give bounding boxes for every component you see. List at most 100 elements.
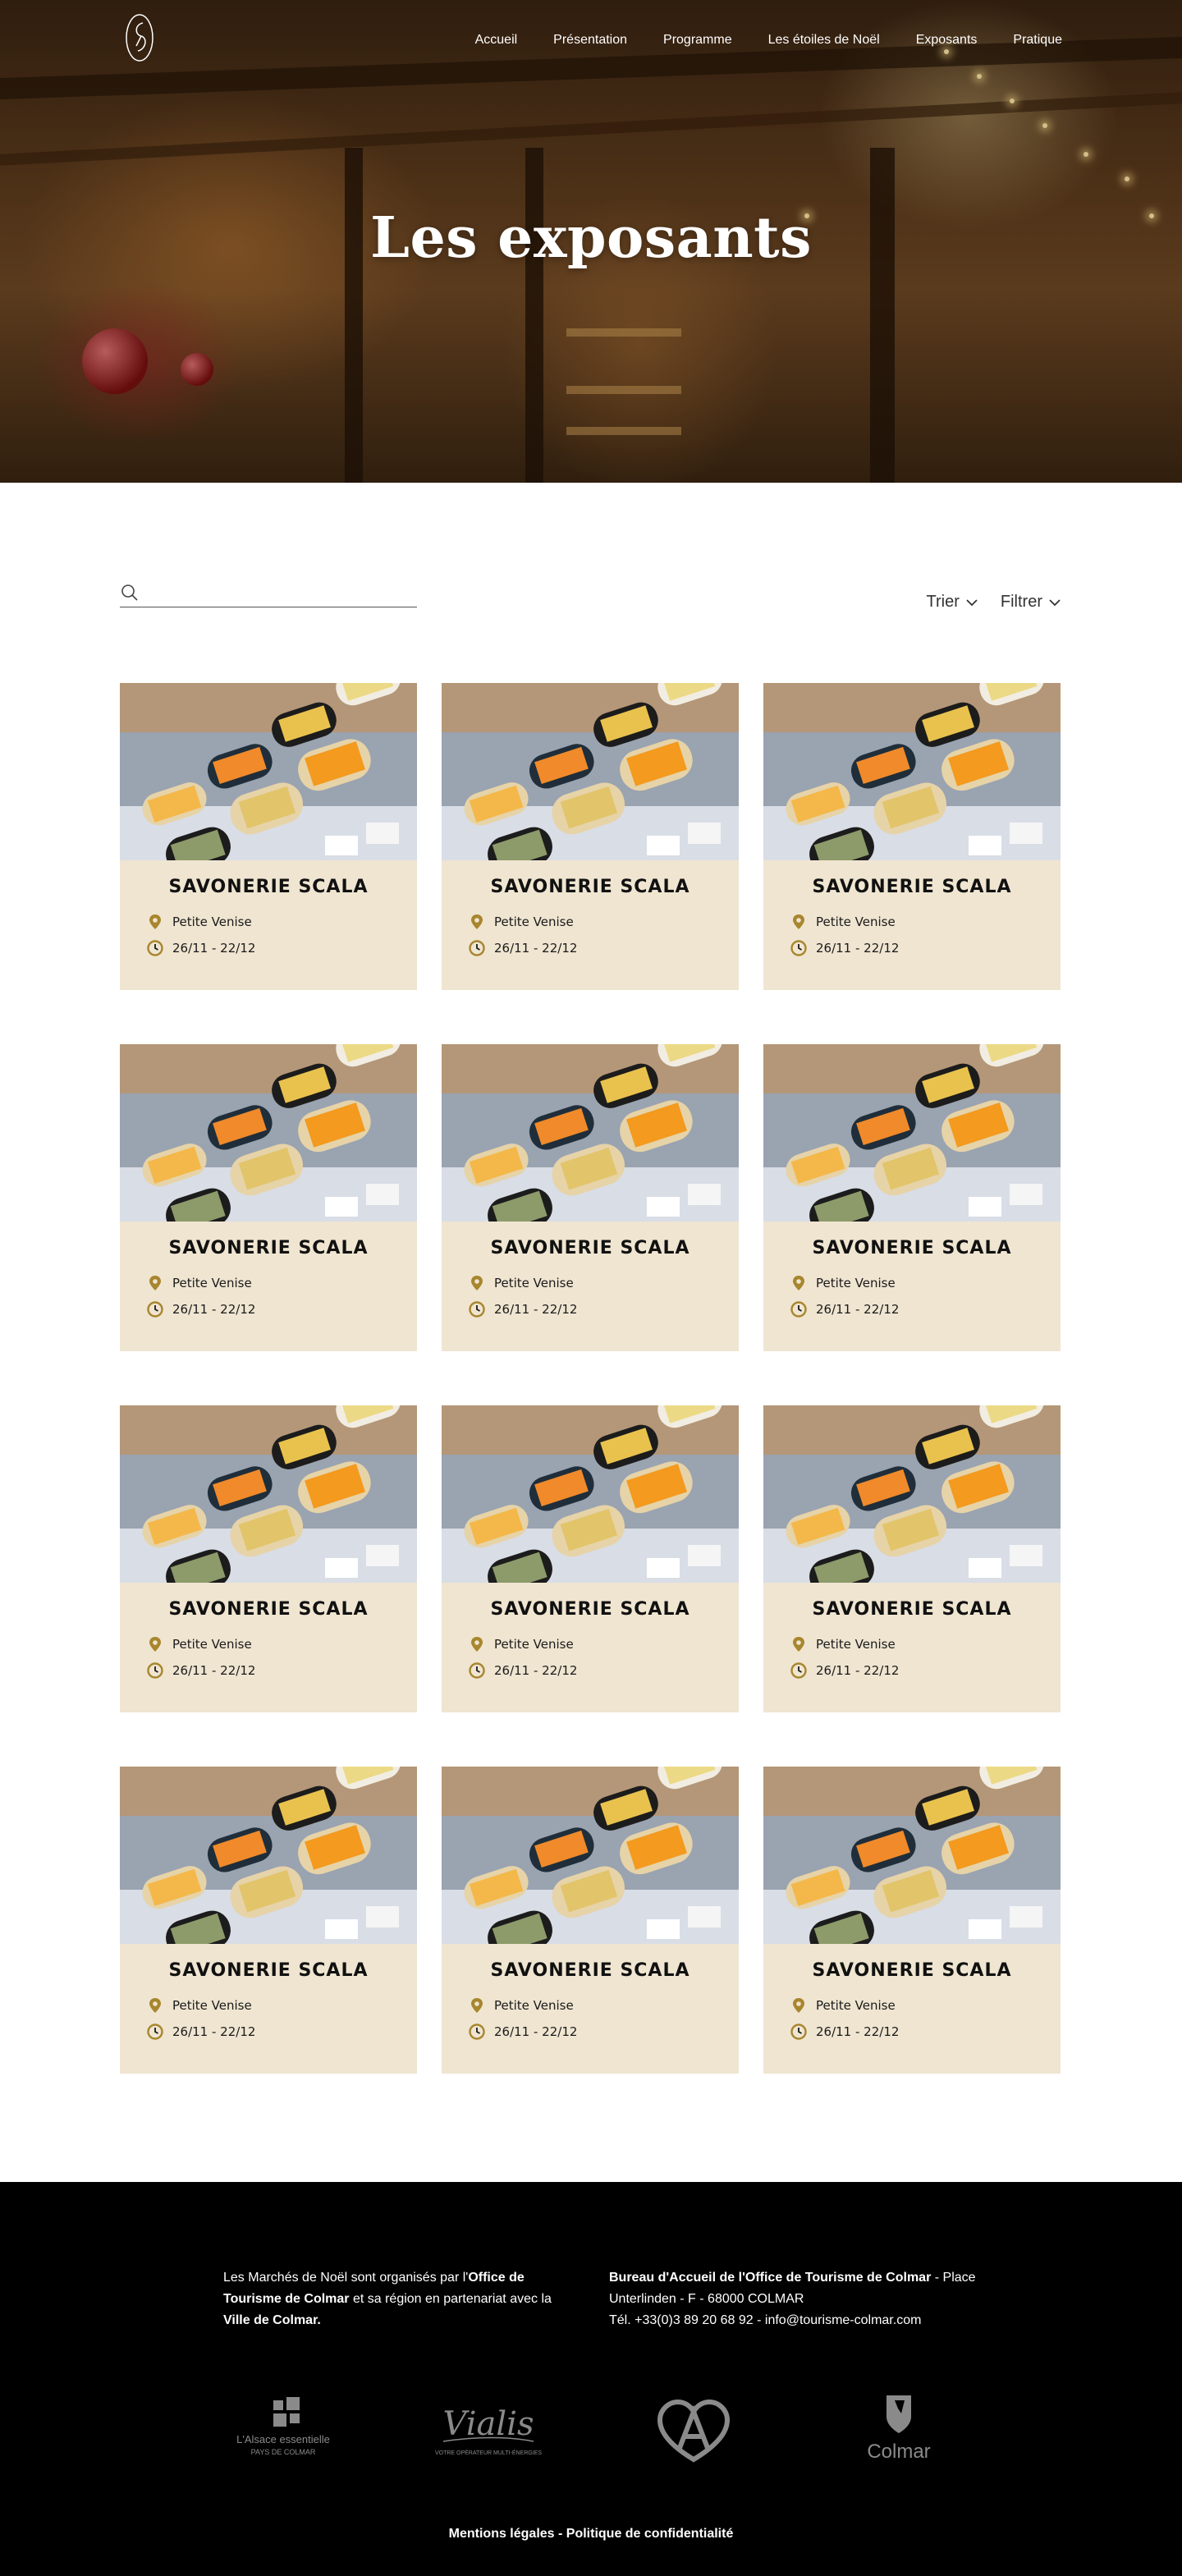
exhibitor-location: Petite Venise: [120, 1992, 417, 2019]
clock-icon: [147, 1662, 163, 1679]
chevron-down-icon: [966, 598, 978, 606]
vialis-logo-icon: Vialis VOTRE OPÉRATEUR MULTI-ÉNERGIES: [435, 2405, 542, 2456]
exhibitor-dates-text: 26/11 - 22/12: [172, 1302, 256, 1317]
card-body: SAVONERIE SCALA Petite Venise 26/11 - 22…: [763, 1944, 1061, 2045]
hero-banner: Accueil Présentation Programme Les étoil…: [0, 0, 1182, 483]
nav-link-pratique[interactable]: Pratique: [1013, 33, 1062, 47]
location-pin-icon: [471, 1998, 483, 2013]
legal-links: Mentions légales - Politique de confiden…: [0, 2527, 1182, 2542]
exhibitor-location-text: Petite Venise: [816, 1637, 896, 1652]
exhibitor-location-text: Petite Venise: [816, 1998, 896, 2013]
nav-item-programme: Programme: [663, 31, 732, 48]
exhibitor-location: Petite Venise: [442, 1631, 739, 1657]
exhibitor-location-text: Petite Venise: [494, 1637, 574, 1652]
nav-link-presentation[interactable]: Présentation: [553, 33, 627, 47]
location-pin-icon: [471, 1276, 483, 1290]
search-bar: [120, 581, 417, 607]
clock-icon: [469, 2024, 485, 2040]
exhibitor-location-text: Petite Venise: [494, 1998, 574, 2013]
nav-item-etoiles: Les étoiles de Noël: [768, 31, 880, 48]
exhibitor-location-text: Petite Venise: [172, 1998, 252, 2013]
location-pin-icon: [471, 914, 483, 929]
exhibitor-card[interactable]: SAVONERIE SCALA Petite Venise 26/11 - 22…: [763, 1044, 1061, 1351]
partner-a-logo[interactable]: [624, 2387, 763, 2469]
location-pin-icon: [471, 1637, 483, 1652]
exhibitor-dates: 26/11 - 22/12: [120, 1657, 417, 1684]
site-logo-icon: [126, 14, 153, 62]
colmar-logo-text: Colmar: [867, 2441, 930, 2463]
location-pin-icon: [793, 1998, 804, 2013]
exhibitor-location: Petite Venise: [120, 1270, 417, 1296]
nav-link-etoiles[interactable]: Les étoiles de Noël: [768, 33, 880, 47]
footer-organizer-text: Les Marchés de Noël sont organisés par l…: [223, 2267, 576, 2331]
card-body: SAVONERIE SCALA Petite Venise 26/11 - 22…: [442, 1583, 739, 1684]
colmar-logo-icon: Colmar: [867, 2395, 931, 2463]
exhibitor-dates: 26/11 - 22/12: [442, 935, 739, 961]
exhibitor-card[interactable]: SAVONERIE SCALA Petite Venise 26/11 - 22…: [763, 1767, 1061, 2074]
exhibitor-dates-text: 26/11 - 22/12: [494, 1302, 578, 1317]
exhibitor-dates: 26/11 - 22/12: [120, 2019, 417, 2045]
site-logo[interactable]: [125, 13, 154, 62]
exhibitor-location-text: Petite Venise: [172, 914, 252, 929]
partner-vialis-logo[interactable]: Vialis VOTRE OPÉRATEUR MULTI-ÉNERGIES: [419, 2387, 558, 2469]
exhibitor-dates: 26/11 - 22/12: [442, 1657, 739, 1684]
nav-link-exposants[interactable]: Exposants: [916, 33, 978, 47]
card-body: SAVONERIE SCALA Petite Venise 26/11 - 22…: [120, 1944, 417, 2045]
nav-link-accueil[interactable]: Accueil: [475, 33, 518, 47]
location-pin-icon: [149, 1998, 161, 2013]
exhibitor-grid: SAVONERIE SCALA Petite Venise 26/11 - 22…: [120, 683, 1062, 2182]
nav-item-exposants: Exposants: [916, 31, 978, 48]
privacy-policy-link[interactable]: Politique de confidentialité: [566, 2527, 734, 2541]
nav-menu: Accueil Présentation Programme Les étoil…: [475, 31, 1062, 48]
partner-colmar-logo[interactable]: Colmar: [829, 2387, 969, 2469]
exhibitor-card[interactable]: SAVONERIE SCALA Petite Venise 26/11 - 22…: [120, 683, 417, 990]
search-input[interactable]: [148, 583, 410, 604]
exhibitor-location: Petite Venise: [442, 1270, 739, 1296]
exhibitor-location: Petite Venise: [120, 1631, 417, 1657]
exhibitor-card[interactable]: SAVONERIE SCALA Petite Venise 26/11 - 22…: [120, 1405, 417, 1712]
clock-icon: [147, 2024, 163, 2040]
list-controls: Trier Filtrer: [927, 593, 1062, 612]
exhibitor-photo: [442, 1405, 739, 1583]
exhibitor-name: SAVONERIE SCALA: [490, 1238, 690, 1258]
location-pin-icon: [149, 914, 161, 929]
clock-icon: [790, 2024, 807, 2040]
partner-logos: L'Alsace essentielle PAYS DE COLMAR Vial…: [0, 2387, 1182, 2469]
exhibitor-photo: [763, 1767, 1061, 1944]
exhibitor-dates-text: 26/11 - 22/12: [494, 941, 578, 956]
legal-separator: -: [554, 2527, 566, 2541]
card-body: SAVONERIE SCALA Petite Venise 26/11 - 22…: [120, 860, 417, 961]
exhibitor-card[interactable]: SAVONERIE SCALA Petite Venise 26/11 - 22…: [442, 1044, 739, 1351]
search-icon: [121, 584, 138, 601]
exhibitor-location-text: Petite Venise: [172, 1276, 252, 1290]
exhibitor-dates-text: 26/11 - 22/12: [172, 1663, 256, 1678]
exhibitor-dates-text: 26/11 - 22/12: [816, 1663, 900, 1678]
exhibitor-card[interactable]: SAVONERIE SCALA Petite Venise 26/11 - 22…: [442, 1767, 739, 2074]
exhibitor-card[interactable]: SAVONERIE SCALA Petite Venise 26/11 - 22…: [763, 1405, 1061, 1712]
exhibitor-location: Petite Venise: [763, 909, 1061, 935]
nav-link-programme[interactable]: Programme: [663, 33, 732, 47]
exhibitor-card[interactable]: SAVONERIE SCALA Petite Venise 26/11 - 22…: [763, 683, 1061, 990]
exhibitor-location-text: Petite Venise: [816, 1276, 896, 1290]
location-pin-icon: [793, 1276, 804, 1290]
alsace-logo-text: L'Alsace essentielle: [236, 2433, 330, 2445]
exhibitor-name: SAVONERIE SCALA: [168, 1599, 369, 1620]
card-body: SAVONERIE SCALA Petite Venise 26/11 - 22…: [763, 860, 1061, 961]
legal-mentions-link[interactable]: Mentions légales: [449, 2527, 555, 2541]
clock-icon: [469, 1662, 485, 1679]
exhibitor-photo: [120, 1044, 417, 1222]
exhibitor-card[interactable]: SAVONERIE SCALA Petite Venise 26/11 - 22…: [120, 1044, 417, 1351]
exhibitor-photo: [442, 683, 739, 860]
clock-icon: [147, 1301, 163, 1318]
exhibitor-card[interactable]: SAVONERIE SCALA Petite Venise 26/11 - 22…: [120, 1767, 417, 2074]
sort-button[interactable]: Trier: [927, 593, 979, 612]
main-nav: Accueil Présentation Programme Les étoil…: [0, 0, 1182, 79]
clock-icon: [790, 940, 807, 956]
exhibitor-dates: 26/11 - 22/12: [763, 1296, 1061, 1322]
filter-button[interactable]: Filtrer: [1001, 593, 1062, 612]
footer-text: et sa région en partenariat avec la: [349, 2292, 552, 2306]
exhibitor-card[interactable]: SAVONERIE SCALA Petite Venise 26/11 - 22…: [442, 1405, 739, 1712]
partner-alsace-essentielle-logo[interactable]: L'Alsace essentielle PAYS DE COLMAR: [213, 2387, 353, 2469]
footer-office-name: Bureau d'Accueil de l'Office de Tourisme…: [609, 2271, 932, 2285]
exhibitor-card[interactable]: SAVONERIE SCALA Petite Venise 26/11 - 22…: [442, 683, 739, 990]
